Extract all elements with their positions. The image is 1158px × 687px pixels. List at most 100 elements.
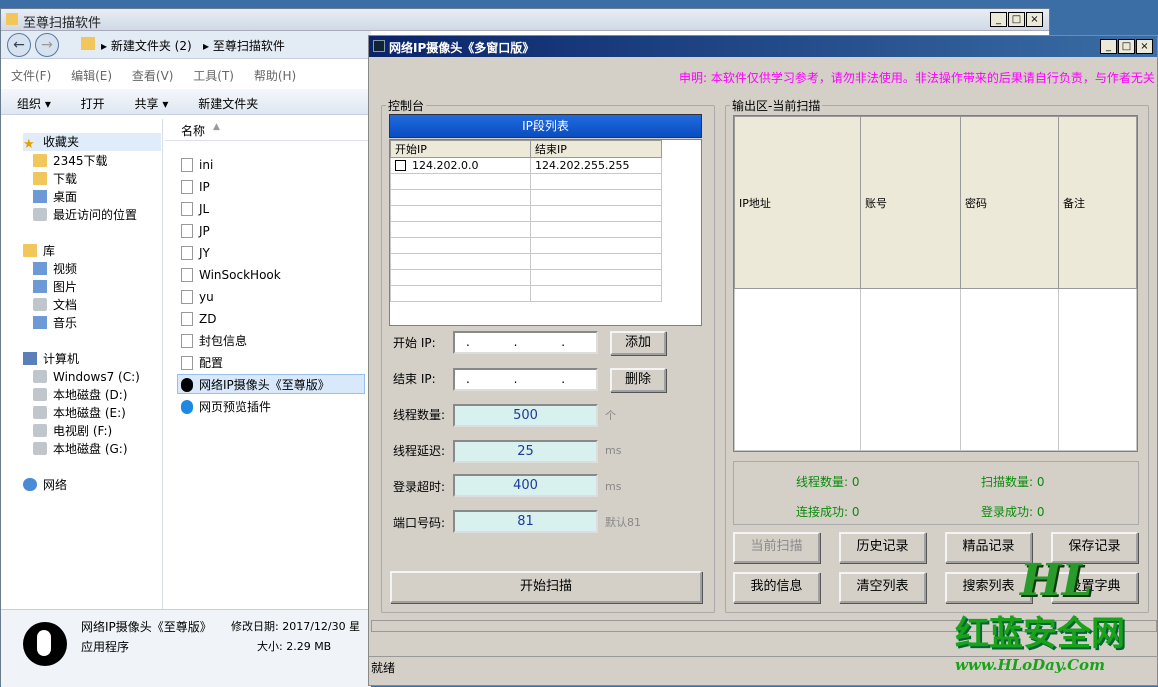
- detail-modified: 修改日期: 2017/12/30 星: [231, 620, 361, 633]
- file-item[interactable]: ZD: [181, 309, 216, 329]
- config-file-icon: [181, 356, 193, 370]
- star-icon: ★: [23, 137, 35, 152]
- nav-item[interactable]: 下载: [33, 170, 77, 188]
- details-pane: 网络IP摄像头《至尊版》 修改日期: 2017/12/30 星 应用程序 大小:…: [1, 609, 371, 687]
- col-password[interactable]: 密码: [960, 116, 1059, 290]
- nav-item[interactable]: Windows7 (C:): [33, 368, 140, 386]
- timeout-input[interactable]: 400: [453, 474, 598, 497]
- history-button[interactable]: 历史记录: [839, 532, 926, 563]
- file-item[interactable]: IP: [181, 177, 210, 197]
- file-item[interactable]: JP: [181, 221, 210, 241]
- threads-input[interactable]: 500: [453, 404, 598, 427]
- stat-connected: 连接成功: 0: [796, 505, 860, 519]
- premium-records-button[interactable]: 精品记录: [945, 532, 1032, 563]
- col-account[interactable]: 账号: [860, 116, 961, 290]
- nav-item[interactable]: 电视剧 (F:): [33, 422, 112, 440]
- minimize-button[interactable]: _: [1100, 39, 1117, 54]
- col-start-ip[interactable]: 开始IP: [390, 140, 531, 158]
- control-legend: 控制台: [388, 99, 425, 113]
- nav-item[interactable]: 最近访问的位置: [33, 206, 137, 224]
- nav-library[interactable]: 库: [23, 242, 55, 260]
- close-button[interactable]: ×: [1136, 39, 1153, 54]
- nav-network[interactable]: 网络: [23, 476, 67, 494]
- file-item[interactable]: JL: [181, 199, 209, 219]
- nav-item[interactable]: 本地磁盘 (G:): [33, 440, 128, 458]
- new-folder-button[interactable]: 新建文件夹: [198, 95, 258, 112]
- stat-scanned: 扫描数量: 0: [981, 475, 1045, 489]
- share-button[interactable]: 共享 ▾: [135, 95, 169, 112]
- col-end-ip[interactable]: 结束IP: [530, 140, 662, 158]
- close-button[interactable]: ×: [1026, 12, 1043, 27]
- menu-tools[interactable]: 工具(T): [193, 69, 234, 83]
- navigation-pane: ★ 收藏夹 2345下载 下载 桌面 最近访问的位置 库 视频 图片 文档 音乐 …: [1, 119, 163, 609]
- open-button[interactable]: 打开: [81, 95, 105, 112]
- app-icon: [373, 40, 385, 52]
- maximize-button[interactable]: □: [1118, 39, 1135, 54]
- file-item[interactable]: 配置: [181, 353, 223, 373]
- app-title: 网络IP摄像头《多窗口版》: [389, 41, 535, 55]
- app-titlebar: 网络IP摄像头《多窗口版》 _ □ ×: [369, 36, 1157, 57]
- file-list: 名称 ▲ ini IP JL JP JY WinSockHook yu ZD 封包…: [165, 119, 371, 619]
- nav-item[interactable]: 文档: [33, 296, 77, 314]
- file-item[interactable]: JY: [181, 243, 210, 263]
- explorer-title: 至尊扫描软件: [23, 16, 102, 31]
- watermark-logo: HL: [1020, 555, 1093, 606]
- output-header-row: IP地址 账号 密码 备注: [734, 116, 1137, 290]
- nav-favorites[interactable]: ★ 收藏夹: [23, 133, 161, 152]
- nav-item[interactable]: 音乐: [33, 314, 77, 332]
- file-icon: [181, 224, 193, 238]
- network-icon: [23, 478, 37, 491]
- file-item[interactable]: 封包信息: [181, 331, 247, 351]
- port-input[interactable]: 81: [453, 510, 598, 533]
- clear-list-button[interactable]: 清空列表: [839, 572, 926, 603]
- add-button[interactable]: 添加: [610, 331, 666, 355]
- computer-icon: [23, 352, 37, 365]
- start-ip-input[interactable]: . . .: [453, 331, 598, 354]
- col-ip-address[interactable]: IP地址: [734, 116, 861, 290]
- disclaimer-text: 申明: 本软件仅供学习参考，请勿非法使用。非法操作带来的后果请自行负责，与作者无…: [679, 71, 1155, 85]
- column-header[interactable]: 名称 ▲: [165, 119, 371, 141]
- menu-view[interactable]: 查看(V): [132, 69, 174, 83]
- ip-range-table: 开始IP 结束IP 124.202.0.0 124.202.255.255: [389, 139, 702, 326]
- file-item-selected[interactable]: 网络IP摄像头《至尊版》: [177, 374, 365, 394]
- col-remark[interactable]: 备注: [1058, 116, 1137, 290]
- music-icon: [33, 316, 47, 329]
- start-scan-button[interactable]: 开始扫描: [390, 571, 702, 603]
- row-checkbox[interactable]: [395, 160, 406, 171]
- ip-table-header-row: 开始IP 结束IP: [390, 140, 662, 158]
- my-info-button[interactable]: 我的信息: [733, 572, 820, 603]
- table-row[interactable]: 124.202.0.0 124.202.255.255: [390, 157, 662, 174]
- end-ip-input[interactable]: . . .: [453, 368, 598, 391]
- search-list-button[interactable]: 搜索列表: [945, 572, 1032, 603]
- nav-item[interactable]: 桌面: [33, 188, 77, 206]
- delete-button[interactable]: 删除: [610, 368, 666, 392]
- menu-help[interactable]: 帮助(H): [254, 69, 296, 83]
- nav-computer[interactable]: 计算机: [23, 350, 79, 368]
- maximize-button[interactable]: □: [1008, 12, 1025, 27]
- drive-icon: [33, 442, 47, 455]
- nav-item[interactable]: 本地磁盘 (D:): [33, 386, 127, 404]
- menu-edit[interactable]: 编辑(E): [71, 69, 112, 83]
- menu-file[interactable]: 文件(F): [11, 69, 51, 83]
- nav-item[interactable]: 图片: [33, 278, 77, 296]
- file-item[interactable]: ini: [181, 155, 213, 175]
- nav-item[interactable]: 本地磁盘 (E:): [33, 404, 126, 422]
- folder-icon: [6, 13, 18, 25]
- drive-icon: [33, 388, 47, 401]
- nav-item[interactable]: 视频: [33, 260, 77, 278]
- eye-app-icon: [23, 622, 67, 666]
- breadcrumb-item[interactable]: ▸ 新建文件夹 (2): [101, 37, 192, 54]
- current-scan-button[interactable]: 当前扫描: [733, 532, 820, 563]
- breadcrumb-item[interactable]: ▸ 至尊扫描软件: [203, 37, 285, 54]
- file-item[interactable]: WinSockHook: [181, 265, 281, 285]
- file-item[interactable]: yu: [181, 287, 214, 307]
- organize-button[interactable]: 组织 ▾: [17, 95, 51, 112]
- watermark-url: www.HLoDay.Com: [955, 656, 1105, 674]
- forward-icon[interactable]: →: [35, 33, 59, 57]
- back-icon[interactable]: ←: [7, 33, 31, 57]
- delay-input[interactable]: 25: [453, 440, 598, 463]
- threads-unit: 个: [605, 409, 616, 422]
- minimize-button[interactable]: _: [990, 12, 1007, 27]
- nav-item[interactable]: 2345下载: [33, 152, 108, 170]
- file-item[interactable]: 网页预览插件: [181, 397, 271, 417]
